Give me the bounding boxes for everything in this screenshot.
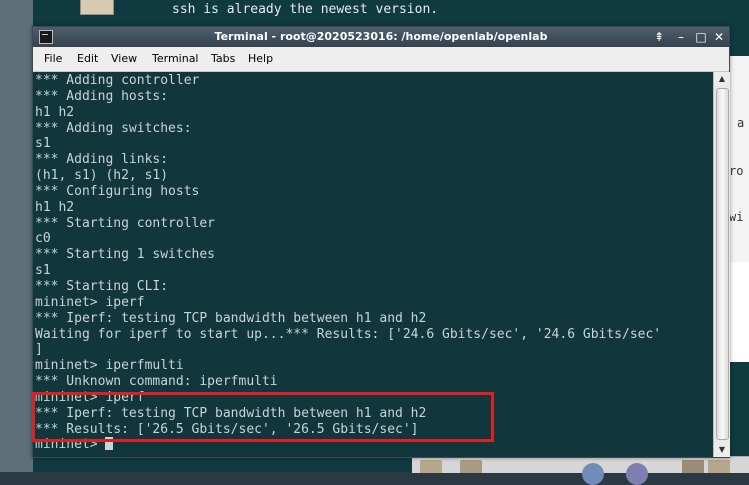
terminal-line: (h1, s1) (h2, s1)	[35, 168, 169, 184]
background-text-line: ssh is already the newest version.	[172, 2, 439, 17]
folder-icon[interactable]	[420, 460, 442, 473]
maximize-button[interactable]: □	[693, 29, 709, 45]
scrollbar[interactable]: ▲ ▼	[713, 72, 730, 457]
close-button[interactable]: ✕	[711, 29, 727, 45]
menu-tabs[interactable]: Tabs	[211, 52, 235, 65]
menu-file[interactable]: File	[44, 52, 62, 65]
terminal-line: *** Configuring hosts	[35, 183, 200, 199]
terminal-line: Waiting for iperf to start up...*** Resu…	[35, 326, 662, 342]
menu-terminal[interactable]: Terminal	[152, 52, 199, 65]
window-titlebar[interactable]: Terminal - root@2020523016: /home/openla…	[33, 27, 729, 47]
folder-icon[interactable]	[460, 460, 482, 473]
bg-char: a	[737, 116, 745, 130]
terminal-line: ]	[35, 342, 43, 358]
terminal-line: *** Iperf: testing TCP bandwidth between…	[35, 310, 427, 326]
app-icon[interactable]	[682, 460, 704, 473]
terminal-line: *** Starting CLI:	[35, 278, 169, 294]
terminal-line: h1 h2	[35, 104, 75, 120]
terminal-line: *** Adding controller	[35, 73, 200, 88]
terminal-line: s1	[35, 136, 51, 152]
terminal-line: c0	[35, 231, 51, 247]
taskbar	[412, 456, 749, 485]
menu-help[interactable]: Help	[248, 52, 273, 65]
terminal-line: h1 h2	[35, 199, 75, 215]
terminal-line: mininet> iperf	[35, 294, 145, 310]
bg-char: ro	[729, 164, 744, 178]
minimize-button[interactable]: –	[673, 29, 689, 45]
menubar: File Edit View Terminal Tabs Help	[33, 47, 729, 72]
sticky-button[interactable]: ⇞	[651, 29, 667, 45]
bg-char: wi	[729, 210, 744, 224]
terminal-line: s1	[35, 263, 51, 279]
folder-icon[interactable]	[708, 460, 730, 473]
terminal-line: *** Adding hosts:	[35, 88, 169, 104]
scrollbar-thumb[interactable]	[716, 88, 729, 440]
terminal-line: *** Starting 1 switches	[35, 247, 216, 263]
desktop-strip	[0, 0, 33, 472]
window-title: Terminal - root@2020523016: /home/openla…	[214, 30, 548, 43]
terminal-line: *** Adding links:	[35, 152, 169, 168]
menu-edit[interactable]: Edit	[77, 52, 98, 65]
terminal-line: *** Starting controller	[35, 215, 216, 231]
terminal-line: mininet> iperfmulti	[35, 358, 184, 374]
scroll-down-arrow-icon[interactable]: ▼	[714, 443, 730, 457]
scroll-up-arrow-icon[interactable]: ▲	[714, 72, 730, 86]
terminal-line: *** Unknown command: iperfmulti	[35, 374, 278, 390]
terminal-line: *** Adding switches:	[35, 120, 192, 136]
browser-icon[interactable]	[582, 463, 604, 485]
menu-view[interactable]: View	[111, 52, 137, 65]
highlight-annotation	[32, 392, 494, 442]
desktop-icon[interactable]	[80, 0, 114, 15]
globe-icon[interactable]	[626, 463, 648, 485]
